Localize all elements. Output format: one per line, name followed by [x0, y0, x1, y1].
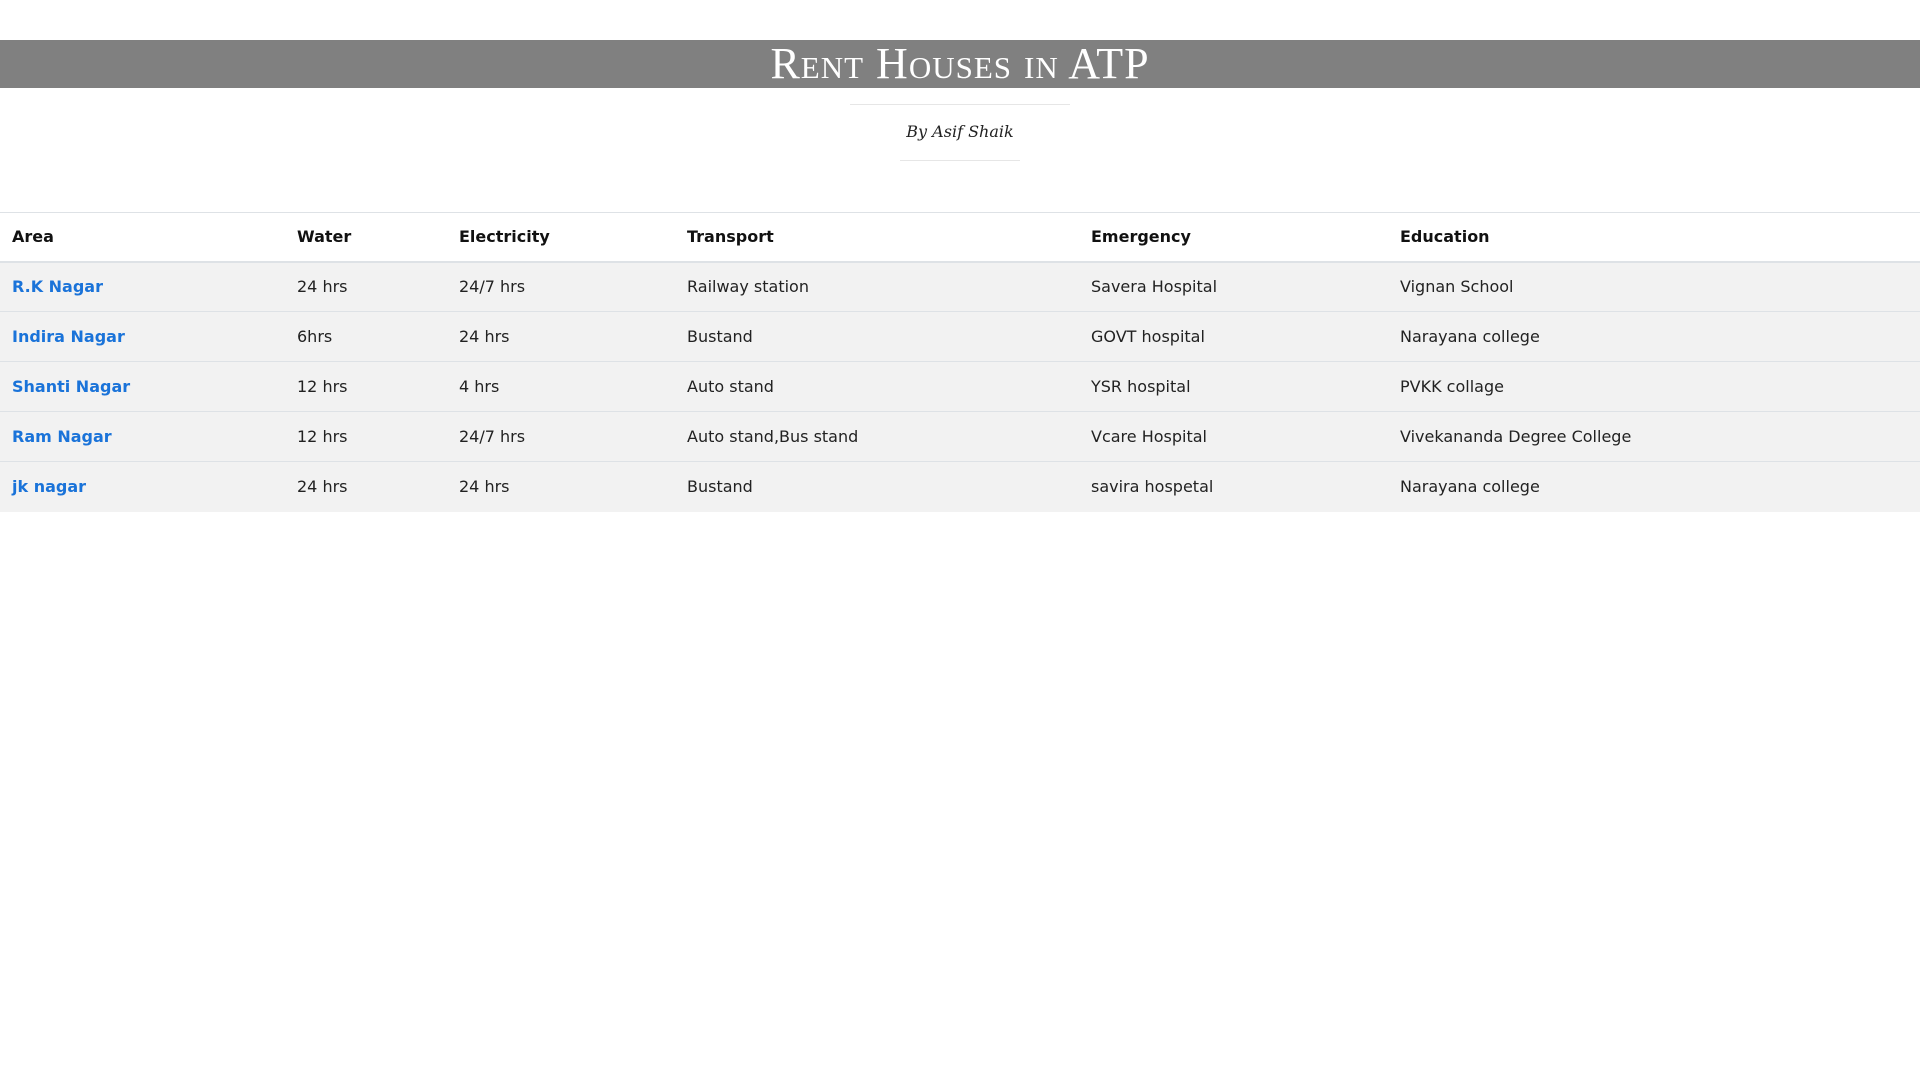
water-cell: 6hrs [285, 311, 447, 362]
table-row: jk nagar 24 hrs 24 hrs Bustand savira ho… [0, 461, 1920, 512]
column-header-emergency: Emergency [1079, 212, 1388, 263]
column-header-transport: Transport [675, 212, 1079, 263]
area-link[interactable]: Shanti Nagar [12, 377, 130, 396]
electricity-cell: 24/7 hrs [447, 261, 675, 312]
area-cell: Indira Nagar [0, 311, 285, 362]
water-cell: 24 hrs [285, 261, 447, 312]
column-header-education: Education [1388, 212, 1920, 263]
education-cell: Narayana college [1388, 311, 1920, 362]
transport-cell: Bustand [675, 311, 1079, 362]
electricity-cell: 24/7 hrs [447, 411, 675, 462]
area-link[interactable]: R.K Nagar [12, 277, 103, 296]
title-banner: Rent Houses in ATP [0, 40, 1920, 88]
transport-cell: Railway station [675, 261, 1079, 312]
electricity-cell: 24 hrs [447, 311, 675, 362]
author-byline: By Asif Shaik [906, 122, 1014, 141]
transport-cell: Auto stand,Bus stand [675, 411, 1079, 462]
transport-cell: Auto stand [675, 361, 1079, 412]
page-title: Rent Houses in ATP [770, 39, 1150, 88]
column-header-electricity: Electricity [447, 212, 675, 263]
column-header-area: Area [0, 212, 285, 263]
water-cell: 24 hrs [285, 461, 447, 512]
water-cell: 12 hrs [285, 411, 447, 462]
education-cell: Vignan School [1388, 261, 1920, 312]
area-cell: Shanti Nagar [0, 361, 285, 412]
electricity-cell: 4 hrs [447, 361, 675, 412]
emergency-cell: YSR hospital [1079, 361, 1388, 412]
table-row: Shanti Nagar 12 hrs 4 hrs Auto stand YSR… [0, 361, 1920, 412]
area-link[interactable]: jk nagar [12, 477, 86, 496]
byline-section: By Asif Shaik [0, 104, 1920, 161]
table-row: Ram Nagar 12 hrs 24/7 hrs Auto stand,Bus… [0, 411, 1920, 462]
electricity-cell: 24 hrs [447, 461, 675, 512]
byline-divider-bottom [900, 160, 1020, 161]
area-cell: jk nagar [0, 461, 285, 512]
emergency-cell: Vcare Hospital [1079, 411, 1388, 462]
table-row: R.K Nagar 24 hrs 24/7 hrs Railway statio… [0, 261, 1920, 312]
rent-houses-table-container: Area Water Electricity Transport Emergen… [0, 212, 1920, 512]
education-cell: Vivekananda Degree College [1388, 411, 1920, 462]
area-cell: R.K Nagar [0, 261, 285, 312]
area-link[interactable]: Ram Nagar [12, 427, 112, 446]
table-header-row: Area Water Electricity Transport Emergen… [0, 212, 1920, 263]
column-header-water: Water [285, 212, 447, 263]
area-link[interactable]: Indira Nagar [12, 327, 125, 346]
transport-cell: Bustand [675, 461, 1079, 512]
education-cell: PVKK collage [1388, 361, 1920, 412]
table-row: Indira Nagar 6hrs 24 hrs Bustand GOVT ho… [0, 311, 1920, 362]
emergency-cell: savira hospetal [1079, 461, 1388, 512]
emergency-cell: GOVT hospital [1079, 311, 1388, 362]
rent-houses-table: Area Water Electricity Transport Emergen… [0, 212, 1920, 512]
area-cell: Ram Nagar [0, 411, 285, 462]
emergency-cell: Savera Hospital [1079, 261, 1388, 312]
education-cell: Narayana college [1388, 461, 1920, 512]
water-cell: 12 hrs [285, 361, 447, 412]
byline-divider-top [850, 104, 1070, 105]
